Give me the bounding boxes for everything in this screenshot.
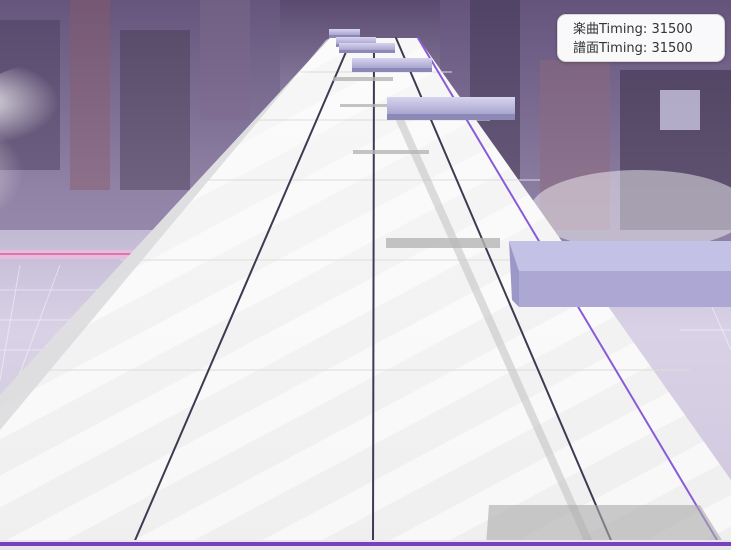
note [509,241,731,307]
lane-divider-2 [372,37,375,546]
judge-line [0,540,731,550]
music-timing-label: 楽曲Timing: [573,22,648,37]
timing-info-panel: 楽曲Timing: 31500 譜面Timing: 31500 [557,14,725,62]
note [339,43,395,53]
note [387,97,515,120]
note [329,29,360,38]
game-stage [0,0,731,550]
note [352,58,432,72]
music-timing-value: 31500 [651,22,693,37]
chart-timing-value: 31500 [651,41,693,56]
chart-timing-row: 譜面Timing: 31500 [573,39,724,58]
music-timing-row: 楽曲Timing: 31500 [573,20,724,39]
chart-timing-label: 譜面Timing: [573,41,648,56]
